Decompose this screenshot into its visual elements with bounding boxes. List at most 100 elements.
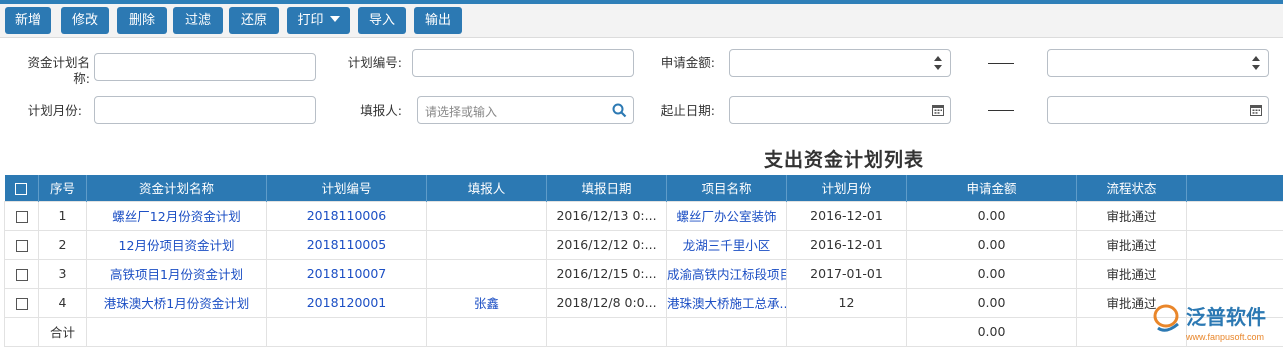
plan-month-label: 计划月份: xyxy=(27,103,82,118)
filler-label: 填报人: xyxy=(360,103,402,118)
column-header[interactable]: 填报人 xyxy=(426,175,547,201)
cell-project[interactable]: 龙湖三千里小区 xyxy=(666,229,787,260)
column-header[interactable]: 填报日期 xyxy=(546,175,667,201)
cell-amount: 0.00 xyxy=(906,287,1077,318)
logo-url-text: www.fanpusoft.com xyxy=(1185,332,1264,342)
plan-name-input[interactable] xyxy=(94,53,316,81)
calendar-icon[interactable] xyxy=(1250,104,1262,116)
total-empty xyxy=(4,316,39,347)
cell-seq: 2 xyxy=(38,229,87,260)
checkbox-icon[interactable] xyxy=(15,297,28,310)
print-button[interactable]: 打印 xyxy=(287,7,350,34)
table-row[interactable]: 4 港珠澳大桥1月份资金计划 2018120001 张鑫 2018/12/8 0… xyxy=(4,287,1283,318)
cell-filler: 张鑫 xyxy=(426,287,547,318)
cell-seq: 4 xyxy=(38,287,87,318)
caret-down-icon xyxy=(329,16,340,22)
calendar-icon[interactable] xyxy=(932,104,944,116)
total-empty xyxy=(266,316,427,347)
row-select[interactable] xyxy=(4,287,39,318)
column-header[interactable]: 计划编号 xyxy=(266,175,427,201)
column-header-filler xyxy=(1186,175,1283,201)
fanpu-logo: 泛普软件 www.fanpusoft.com xyxy=(1153,304,1266,342)
date-range-dash xyxy=(988,110,1014,111)
checkbox-icon[interactable] xyxy=(15,239,28,252)
import-button[interactable]: 导入 xyxy=(358,7,406,34)
amount-min-input[interactable] xyxy=(729,49,951,77)
column-header[interactable]: 项目名称 xyxy=(666,175,787,201)
date-range-label: 起止日期: xyxy=(660,103,715,118)
cell-project[interactable]: 港珠澳大桥施工总承... xyxy=(666,287,787,318)
column-header[interactable]: 计划月份 xyxy=(786,175,907,201)
logo-brand-text: 泛普软件 xyxy=(1186,305,1266,329)
checkbox-icon[interactable] xyxy=(15,210,28,223)
cell-amount: 0.00 xyxy=(906,258,1077,289)
spinner-icon[interactable] xyxy=(1252,54,1260,72)
column-header[interactable]: 流程状态 xyxy=(1076,175,1187,201)
amount-max-input[interactable] xyxy=(1047,49,1269,77)
end-date-input[interactable] xyxy=(1047,96,1269,124)
table-title: 支出资金计划列表 xyxy=(764,149,925,171)
logo-mark-icon xyxy=(1153,304,1179,332)
cell-plan-name[interactable]: 港珠澳大桥1月份资金计划 xyxy=(86,287,267,318)
cell-seq: 1 xyxy=(38,200,87,231)
cell-plan-code[interactable]: 2018120001 xyxy=(266,287,427,318)
row-select[interactable] xyxy=(4,200,39,231)
table-row[interactable]: 3 高铁项目1月份资金计划 2018110007 2016/12/15 0:..… xyxy=(4,258,1283,289)
cell-plan-code[interactable]: 2018110006 xyxy=(266,200,427,231)
export-button[interactable]: 输出 xyxy=(414,7,462,34)
table-row[interactable]: 1 螺丝厂12月份资金计划 2018110006 2016/12/13 0:..… xyxy=(4,200,1283,231)
search-icon[interactable] xyxy=(612,103,627,118)
cell-plan-name[interactable]: 螺丝厂12月份资金计划 xyxy=(86,200,267,231)
print-label: 打印 xyxy=(297,13,324,28)
cell-filler-col xyxy=(1186,258,1283,289)
cell-month: 12 xyxy=(786,287,907,318)
header-select-all[interactable] xyxy=(4,175,39,201)
plan-no-input[interactable] xyxy=(412,49,634,77)
cell-plan-code[interactable]: 2018110007 xyxy=(266,258,427,289)
filler-placeholder: 请选择或输入 xyxy=(425,105,498,119)
cell-month: 2016-12-01 xyxy=(786,200,907,231)
cell-date: 2018/12/8 0:0... xyxy=(546,287,667,318)
cell-plan-name[interactable]: 12月份项目资金计划 xyxy=(86,229,267,260)
column-header[interactable]: 申请金额 xyxy=(906,175,1077,201)
row-select[interactable] xyxy=(4,258,39,289)
total-empty xyxy=(86,316,267,347)
table-row[interactable]: 2 12月份项目资金计划 2018110005 2016/12/12 0:...… xyxy=(4,229,1283,260)
checkbox-icon[interactable] xyxy=(15,182,28,195)
cell-seq: 3 xyxy=(38,258,87,289)
checkbox-icon[interactable] xyxy=(15,268,28,281)
filler-input[interactable]: 请选择或输入 xyxy=(417,96,634,124)
cell-plan-code[interactable]: 2018110005 xyxy=(266,229,427,260)
plan-no-label: 计划编号: xyxy=(347,55,402,70)
edit-button[interactable]: 修改 xyxy=(61,7,109,34)
plan-name-label-line2: 称: xyxy=(73,71,90,86)
cell-date: 2016/12/12 0:... xyxy=(546,229,667,260)
cell-filler xyxy=(426,229,547,260)
cell-filler-col xyxy=(1186,200,1283,231)
cell-plan-name[interactable]: 高铁项目1月份资金计划 xyxy=(86,258,267,289)
table-header-row: 序号 资金计划名称 计划编号 填报人 填报日期 项目名称 计划月份 申请金额 流… xyxy=(4,175,1283,201)
row-select[interactable] xyxy=(4,229,39,260)
cell-amount: 0.00 xyxy=(906,229,1077,260)
cell-date: 2016/12/15 0:... xyxy=(546,258,667,289)
plan-month-input[interactable] xyxy=(94,96,316,124)
cell-project[interactable]: 成渝高铁内江标段项目 xyxy=(666,258,787,289)
filter-button[interactable]: 过滤 xyxy=(173,7,223,34)
total-empty xyxy=(546,316,667,347)
spinner-icon[interactable] xyxy=(934,54,942,72)
column-header[interactable]: 资金计划名称 xyxy=(86,175,267,201)
plan-name-label: 资金计划名 称: xyxy=(18,55,90,87)
amount-range-dash xyxy=(988,63,1014,64)
delete-button[interactable]: 删除 xyxy=(117,7,167,34)
total-row: 合计 0.00 xyxy=(4,316,1283,347)
column-header[interactable]: 序号 xyxy=(38,175,87,201)
add-button[interactable]: 新增 xyxy=(5,7,51,34)
cell-filler xyxy=(426,258,547,289)
cell-project[interactable]: 螺丝厂办公室装饰 xyxy=(666,200,787,231)
cell-month: 2016-12-01 xyxy=(786,229,907,260)
cell-amount: 0.00 xyxy=(906,200,1077,231)
start-date-input[interactable] xyxy=(729,96,951,124)
total-empty xyxy=(666,316,787,347)
restore-button[interactable]: 还原 xyxy=(229,7,279,34)
plan-table: 序号 资金计划名称 计划编号 填报人 填报日期 项目名称 计划月份 申请金额 流… xyxy=(4,175,1283,347)
